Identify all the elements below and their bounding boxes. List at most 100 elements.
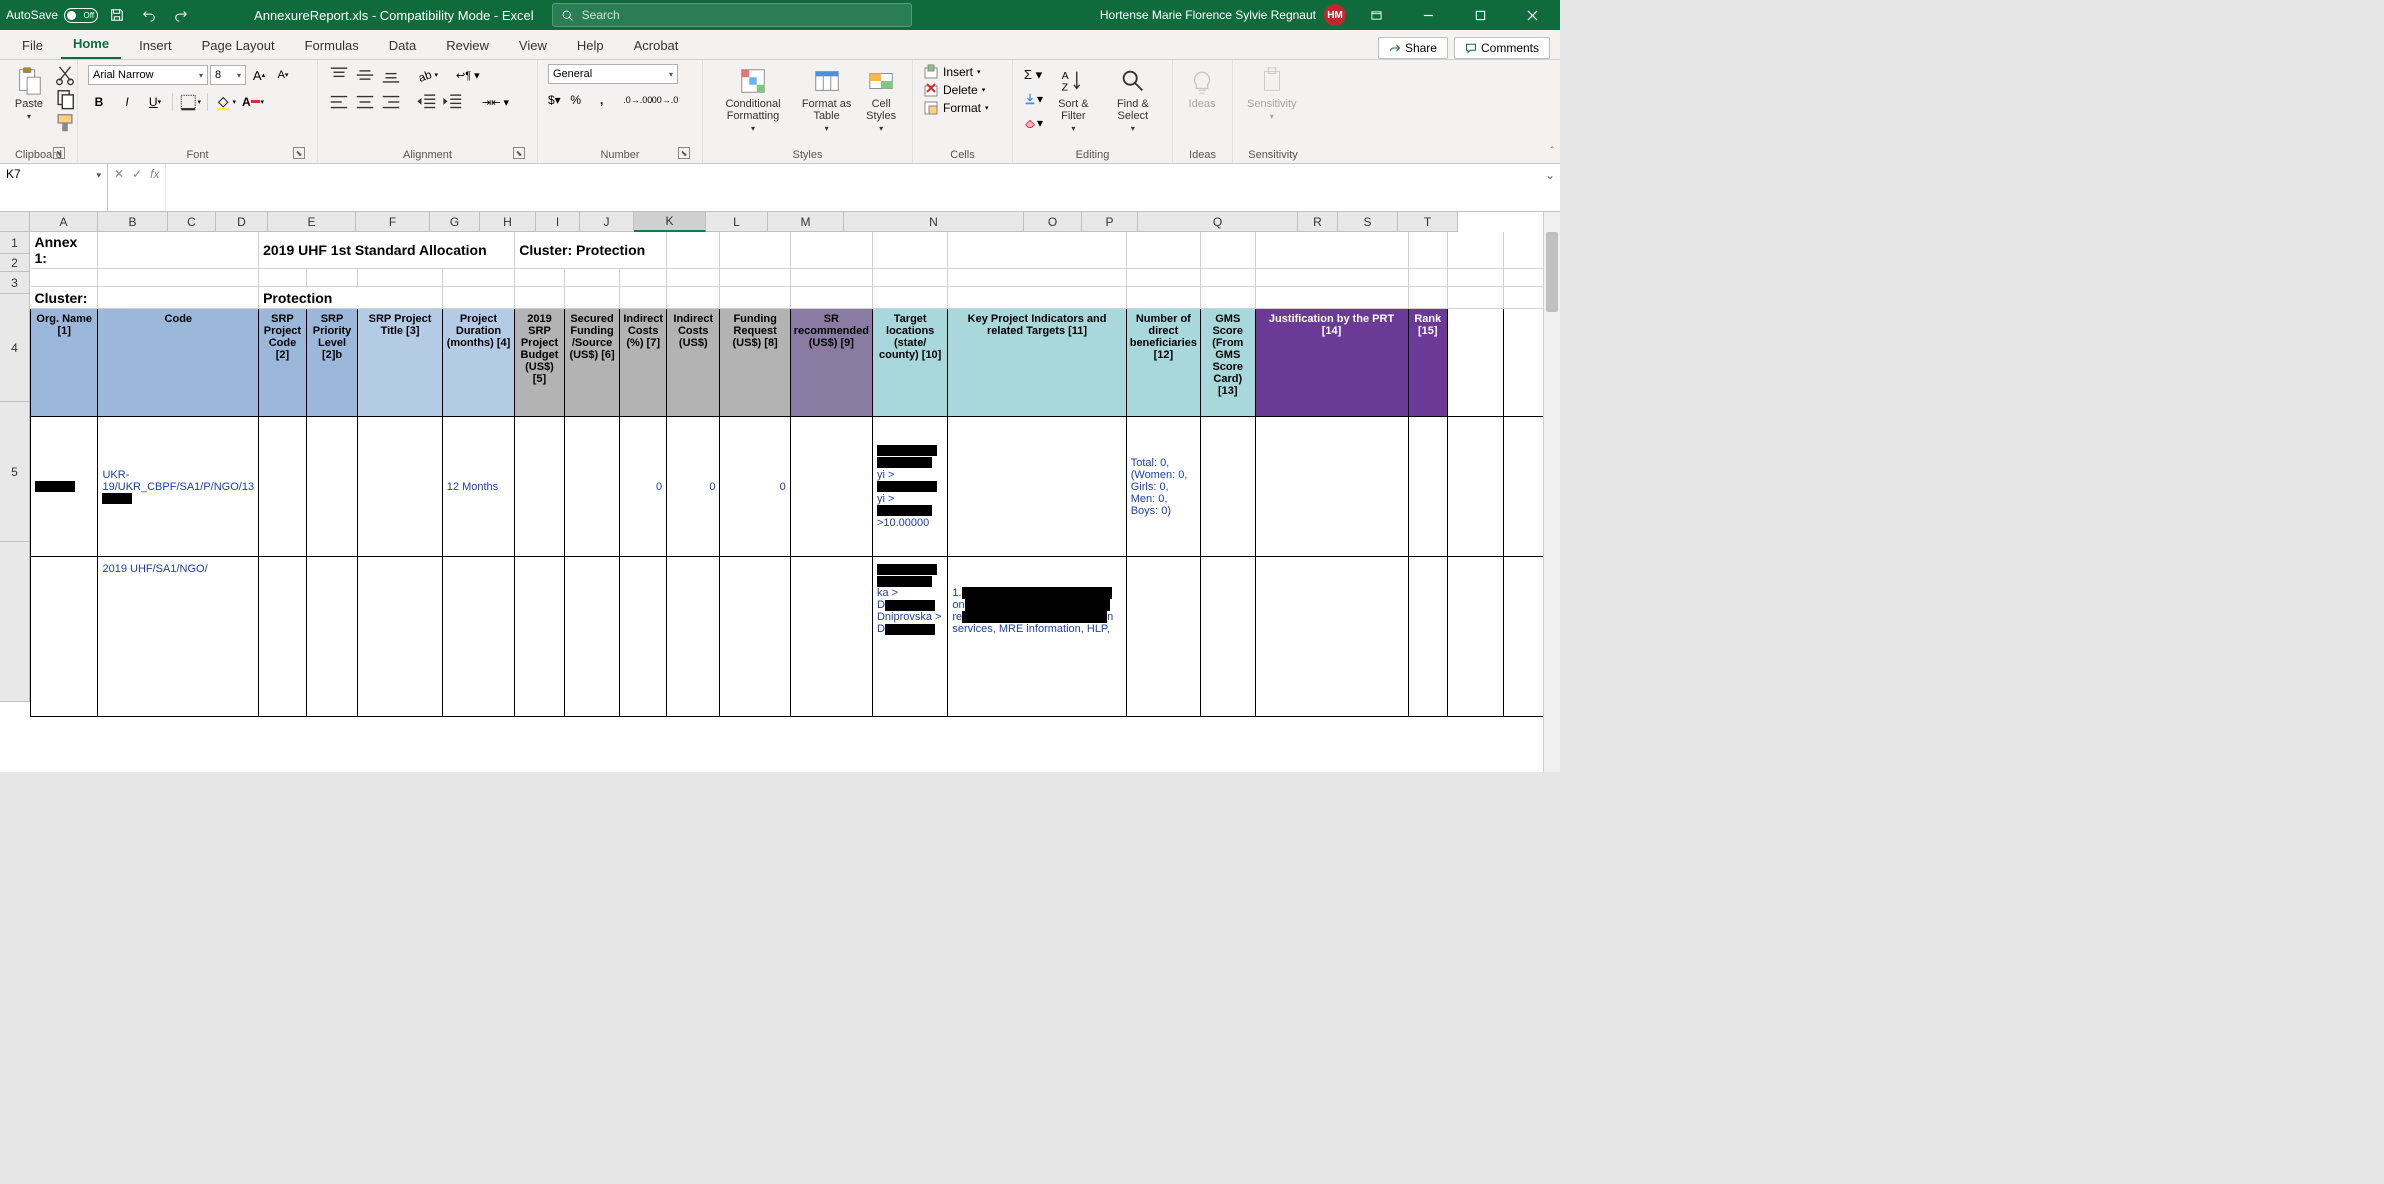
cell[interactable]: [1408, 417, 1448, 557]
cell[interactable]: Protection: [259, 287, 443, 309]
align-middle-icon[interactable]: [354, 64, 376, 86]
orientation-icon[interactable]: ab▾: [416, 64, 438, 86]
tab-acrobat[interactable]: Acrobat: [622, 32, 691, 59]
column-header-K[interactable]: K: [634, 212, 706, 232]
autosave-toggle[interactable]: Off: [64, 8, 98, 23]
column-header-H[interactable]: H: [480, 212, 536, 232]
column-header-J[interactable]: J: [580, 212, 634, 232]
comments-button[interactable]: Comments: [1454, 37, 1550, 59]
cell[interactable]: [620, 269, 667, 287]
cell[interactable]: 2019 UHF/SA1/NGO/: [98, 557, 259, 717]
align-right-icon[interactable]: [380, 91, 402, 113]
cell[interactable]: [872, 269, 947, 287]
cell[interactable]: [620, 557, 667, 717]
column-header-G[interactable]: G: [430, 212, 480, 232]
row-header-4[interactable]: 4: [0, 294, 30, 402]
merge-center-icon[interactable]: ⇥⇤ ▾: [482, 91, 509, 113]
tab-view[interactable]: View: [507, 32, 559, 59]
column-header-A[interactable]: A: [30, 212, 98, 232]
align-bottom-icon[interactable]: [380, 64, 402, 86]
maximize-icon[interactable]: [1458, 0, 1502, 30]
cell[interactable]: Cluster:: [31, 287, 98, 309]
tab-formulas[interactable]: Formulas: [293, 32, 371, 59]
cell[interactable]: [98, 269, 259, 287]
tab-insert[interactable]: Insert: [127, 32, 184, 59]
column-header-C[interactable]: C: [168, 212, 216, 232]
cell[interactable]: SR recommended (US$) [9]: [790, 309, 872, 417]
clear-icon[interactable]: ▾: [1023, 112, 1043, 134]
cell[interactable]: GMS Score (From GMS Score Card) [13]: [1200, 309, 1255, 417]
cell[interactable]: [31, 417, 98, 557]
cell[interactable]: [1255, 557, 1408, 717]
font-color-icon[interactable]: A▾: [242, 91, 264, 113]
cell[interactable]: [1126, 232, 1200, 269]
vertical-scrollbar[interactable]: [1543, 212, 1560, 772]
cell[interactable]: [790, 557, 872, 717]
cell[interactable]: [790, 417, 872, 557]
clipboard-launcher[interactable]: ⬊: [53, 147, 65, 159]
redo-icon[interactable]: [168, 2, 194, 28]
cell-styles-button[interactable]: Cell Styles▾: [860, 64, 902, 135]
column-header-I[interactable]: I: [536, 212, 580, 232]
alignment-launcher[interactable]: ⬊: [513, 147, 525, 159]
tab-review[interactable]: Review: [434, 32, 501, 59]
column-header-O[interactable]: O: [1024, 212, 1082, 232]
cell[interactable]: [259, 417, 307, 557]
cell[interactable]: [358, 557, 443, 717]
row-header-5[interactable]: 5: [0, 402, 30, 542]
share-button[interactable]: Share: [1378, 37, 1448, 59]
cell[interactable]: [1408, 232, 1448, 269]
cell[interactable]: 0: [667, 417, 720, 557]
wrap-text-icon[interactable]: ↩¶ ▾: [456, 64, 480, 86]
increase-decimal-icon[interactable]: .0→.00: [627, 89, 649, 111]
column-header-Q[interactable]: Q: [1138, 212, 1298, 232]
insert-cells-button[interactable]: Insert▾: [923, 64, 981, 80]
cell[interactable]: [306, 557, 357, 717]
fill-icon[interactable]: ▾: [1023, 88, 1043, 110]
cell[interactable]: SRP Priority Level [2]b: [306, 309, 357, 417]
tab-home[interactable]: Home: [61, 30, 121, 59]
cell[interactable]: [564, 557, 620, 717]
enter-formula-icon[interactable]: ✓: [132, 167, 142, 181]
cell[interactable]: [515, 287, 565, 309]
cell[interactable]: Total: 0, (Women: 0, Girls: 0, Men: 0, B…: [1126, 417, 1200, 557]
column-header-T[interactable]: T: [1398, 212, 1458, 232]
formula-input[interactable]: [166, 164, 1540, 211]
cell[interactable]: [948, 417, 1126, 557]
format-as-table-button[interactable]: Format as Table▾: [797, 64, 856, 135]
decrease-indent-icon[interactable]: [416, 91, 438, 113]
cell[interactable]: [1200, 417, 1255, 557]
cell[interactable]: [1126, 287, 1200, 309]
cut-icon[interactable]: [54, 64, 76, 86]
copy-icon[interactable]: [54, 88, 76, 110]
cell[interactable]: [1126, 557, 1200, 717]
expand-formula-bar-icon[interactable]: ⌄: [1540, 164, 1560, 211]
row-header-3[interactable]: 3: [0, 272, 30, 294]
cell[interactable]: ka >DDniprovska >D: [872, 557, 947, 717]
column-header-L[interactable]: L: [706, 212, 768, 232]
cell[interactable]: [515, 417, 565, 557]
cell[interactable]: Cluster: Protection: [515, 232, 667, 269]
cell[interactable]: Rank [15]: [1408, 309, 1448, 417]
close-icon[interactable]: [1510, 0, 1554, 30]
number-format-select[interactable]: General▾: [548, 64, 678, 84]
column-header-D[interactable]: D: [216, 212, 268, 232]
cell[interactable]: [515, 557, 565, 717]
row-header-1[interactable]: 1: [0, 232, 30, 254]
undo-icon[interactable]: [136, 2, 162, 28]
cell[interactable]: [259, 557, 307, 717]
cell[interactable]: Funding Request (US$) [8]: [720, 309, 790, 417]
cell[interactable]: 0: [620, 417, 667, 557]
cell[interactable]: [667, 232, 720, 269]
cell[interactable]: [442, 557, 514, 717]
save-icon[interactable]: [104, 2, 130, 28]
tab-page-layout[interactable]: Page Layout: [190, 32, 287, 59]
format-cells-button[interactable]: Format▾: [923, 100, 989, 116]
cell[interactable]: [790, 232, 872, 269]
cell[interactable]: [1200, 269, 1255, 287]
cell[interactable]: [720, 232, 790, 269]
cell[interactable]: Indirect Costs (%) [7]: [620, 309, 667, 417]
align-center-icon[interactable]: [354, 91, 376, 113]
cell[interactable]: [1448, 309, 1504, 417]
column-header-B[interactable]: B: [98, 212, 168, 232]
